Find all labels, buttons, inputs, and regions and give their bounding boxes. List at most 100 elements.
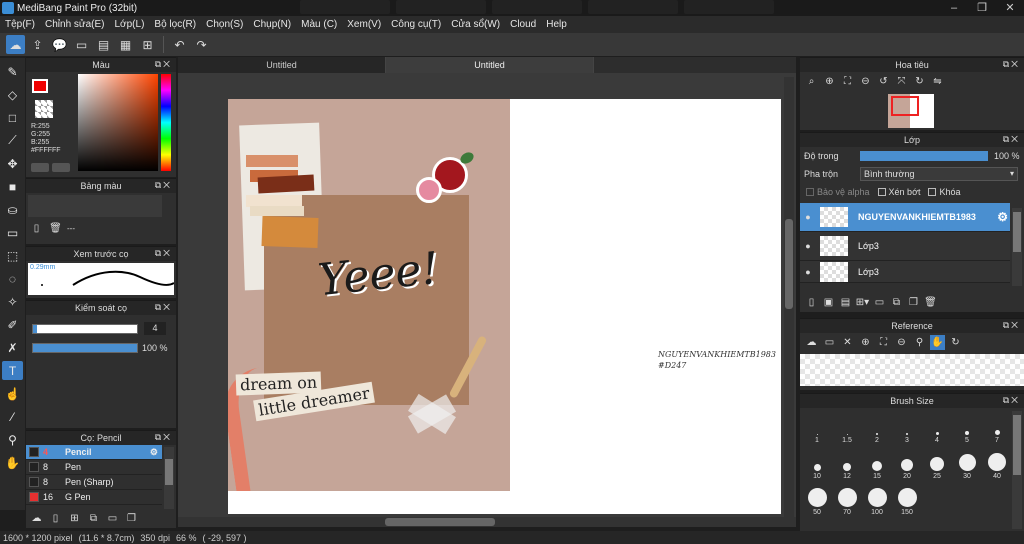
panel-controls-icon[interactable]: ⧉✕: [155, 302, 172, 313]
copy-layer-icon[interactable]: ⧉: [889, 295, 904, 310]
cloud-icon[interactable]: ☁: [6, 35, 25, 54]
color-swap-button[interactable]: [52, 163, 70, 172]
brush-size-option[interactable]: 2: [862, 412, 892, 444]
zoom-in-reference-icon[interactable]: ⊕: [858, 335, 873, 350]
hand-tool-icon[interactable]: ✋: [2, 453, 23, 472]
flip-icon[interactable]: ⇋: [930, 74, 945, 89]
add-brush-icon[interactable]: ⊞: [67, 511, 82, 526]
zoom-out-icon[interactable]: ⊖: [858, 74, 873, 89]
comment-icon[interactable]: 💬: [50, 35, 69, 54]
rotate-reference-icon[interactable]: ↻: [948, 335, 963, 350]
menu-color[interactable]: Màu (C): [296, 19, 342, 30]
folder-brush-icon[interactable]: ▭: [105, 511, 120, 526]
panel-controls-icon[interactable]: ⧉✕: [1003, 134, 1020, 145]
rotate-left-icon[interactable]: ↺: [876, 74, 891, 89]
brush-size-option[interactable]: 30: [952, 448, 982, 480]
minimize-icon[interactable]: –: [940, 0, 968, 16]
cloud-brush-icon[interactable]: ☁: [29, 511, 44, 526]
clipping-checkbox[interactable]: Xén bớt: [877, 187, 920, 197]
delete-layer-icon[interactable]: 🗑: [923, 295, 938, 310]
menu-filter[interactable]: Bộ lọc(R): [149, 19, 201, 30]
panel-controls-icon[interactable]: ⧉✕: [155, 59, 172, 70]
brush-item-pen[interactable]: 8 Pen: [26, 460, 162, 475]
cloud-reference-icon[interactable]: ☁: [804, 335, 819, 350]
brush-size-option[interactable]: 15: [862, 448, 892, 480]
secondary-color-swatch[interactable]: [35, 100, 53, 118]
blend-mode-select[interactable]: Bình thường ▾: [860, 167, 1018, 181]
fit-reference-icon[interactable]: ⛶: [876, 335, 891, 350]
brush-size-option[interactable]: 3: [892, 412, 922, 444]
shape-tool-icon[interactable]: □: [2, 108, 23, 127]
menu-capture[interactable]: Chụp(N): [248, 19, 296, 30]
reset-view-icon[interactable]: ⤧: [894, 74, 909, 89]
brush-size-value[interactable]: 4: [144, 322, 166, 335]
fill-rect-tool-icon[interactable]: ■: [2, 177, 23, 196]
move-tool-icon[interactable]: ✥: [2, 154, 23, 173]
visibility-icon[interactable]: ●: [800, 241, 816, 251]
operation-tool-icon[interactable]: ☝: [2, 384, 23, 403]
panel-controls-icon[interactable]: ⧉✕: [1003, 59, 1020, 70]
grid-icon[interactable]: ⊞: [138, 35, 157, 54]
menu-edit[interactable]: Chỉnh sửa(E): [40, 19, 110, 30]
eraser-tool-icon[interactable]: ◇: [2, 85, 23, 104]
brush-size-option[interactable]: 150: [892, 484, 922, 516]
palette-swatches[interactable]: [28, 195, 162, 217]
delete-palette-icon[interactable]: 🗑: [48, 221, 63, 236]
primary-color-swatch[interactable]: [32, 79, 48, 93]
brush-size-option[interactable]: 5: [952, 412, 982, 444]
eyedropper-reference-icon[interactable]: ⚲: [912, 335, 927, 350]
select-pen-tool-icon[interactable]: ✐: [2, 315, 23, 334]
brush-size-option[interactable]: 70: [832, 484, 862, 516]
merge-layer-icon[interactable]: ❐: [906, 295, 921, 310]
hue-slider[interactable]: [161, 74, 171, 171]
maximize-icon[interactable]: ❐: [968, 0, 996, 16]
new-brush-icon[interactable]: ▯: [48, 511, 63, 526]
vertical-scrollbar[interactable]: [784, 77, 794, 517]
bucket-tool-icon[interactable]: ⛀: [2, 200, 23, 219]
open-reference-icon[interactable]: ▭: [822, 335, 837, 350]
visibility-icon[interactable]: ●: [800, 212, 816, 222]
brush-size-option[interactable]: 1: [802, 412, 832, 444]
brush-size-option[interactable]: 50: [802, 484, 832, 516]
add-layer-menu-icon[interactable]: ⊞▾: [855, 295, 870, 310]
hand-reference-icon[interactable]: ✋: [930, 335, 945, 350]
brush-opacity-slider[interactable]: [32, 343, 138, 353]
zoom-fit-icon[interactable]: ⌕: [804, 74, 819, 89]
brush-size-option[interactable]: 12: [832, 448, 862, 480]
layer-row-nguyenvankhiem[interactable]: ● NGUYENVANKHIEMTB1983 ⚙: [800, 203, 1010, 232]
close-icon[interactable]: ✕: [996, 0, 1024, 16]
menu-help[interactable]: Help: [541, 19, 572, 30]
gradient-tool-icon[interactable]: ▭: [2, 223, 23, 242]
page-icon[interactable]: ▤: [94, 35, 113, 54]
navigator-thumbnail[interactable]: [888, 94, 934, 128]
text-tool-icon[interactable]: T: [2, 361, 23, 380]
folder-layer-icon[interactable]: ▭: [872, 295, 887, 310]
new-8bit-layer-icon[interactable]: ▤: [838, 295, 853, 310]
brush-size-option[interactable]: 1.5: [832, 412, 862, 444]
lock-checkbox[interactable]: Khóa: [928, 187, 961, 197]
brush-item-pencil[interactable]: 4 Pencil ⚙: [26, 445, 162, 460]
zoom-out-reference-icon[interactable]: ⊖: [894, 335, 909, 350]
tab-untitled-2[interactable]: Untitled: [386, 57, 594, 73]
copy-brush-icon[interactable]: ⧉: [86, 511, 101, 526]
pages-icon[interactable]: ▦: [116, 35, 135, 54]
share-icon[interactable]: ⇪: [28, 35, 47, 54]
eyedropper-tool-icon[interactable]: ⚲: [2, 430, 23, 449]
menu-file[interactable]: Tệp(F): [0, 19, 40, 30]
brush-size-option[interactable]: 40: [982, 448, 1012, 480]
menu-layer[interactable]: Lớp(L): [110, 19, 150, 30]
layers-scrollbar[interactable]: [1012, 208, 1022, 286]
saturation-value-picker[interactable]: [78, 74, 158, 171]
close-reference-icon[interactable]: ✕: [840, 335, 855, 350]
panel-controls-icon[interactable]: ⧉✕: [1003, 395, 1020, 406]
brush-item-pen-sharp[interactable]: 8 Pen (Sharp): [26, 475, 162, 490]
new-halftone-layer-icon[interactable]: ▣: [821, 295, 836, 310]
undo-icon[interactable]: ↶: [170, 35, 189, 54]
brush-item-g-pen[interactable]: 16 G Pen: [26, 490, 162, 505]
layer-row-lop3[interactable]: ● Lớp3: [800, 232, 1010, 261]
panel-controls-icon[interactable]: ⧉✕: [155, 180, 172, 191]
lasso-tool-icon[interactable]: ◌: [2, 269, 23, 288]
select-eraser-tool-icon[interactable]: ✗: [2, 338, 23, 357]
layer-row-lop3-2[interactable]: ● Lớp3: [800, 261, 1010, 283]
dot-tool-icon[interactable]: ⟋: [2, 131, 23, 150]
